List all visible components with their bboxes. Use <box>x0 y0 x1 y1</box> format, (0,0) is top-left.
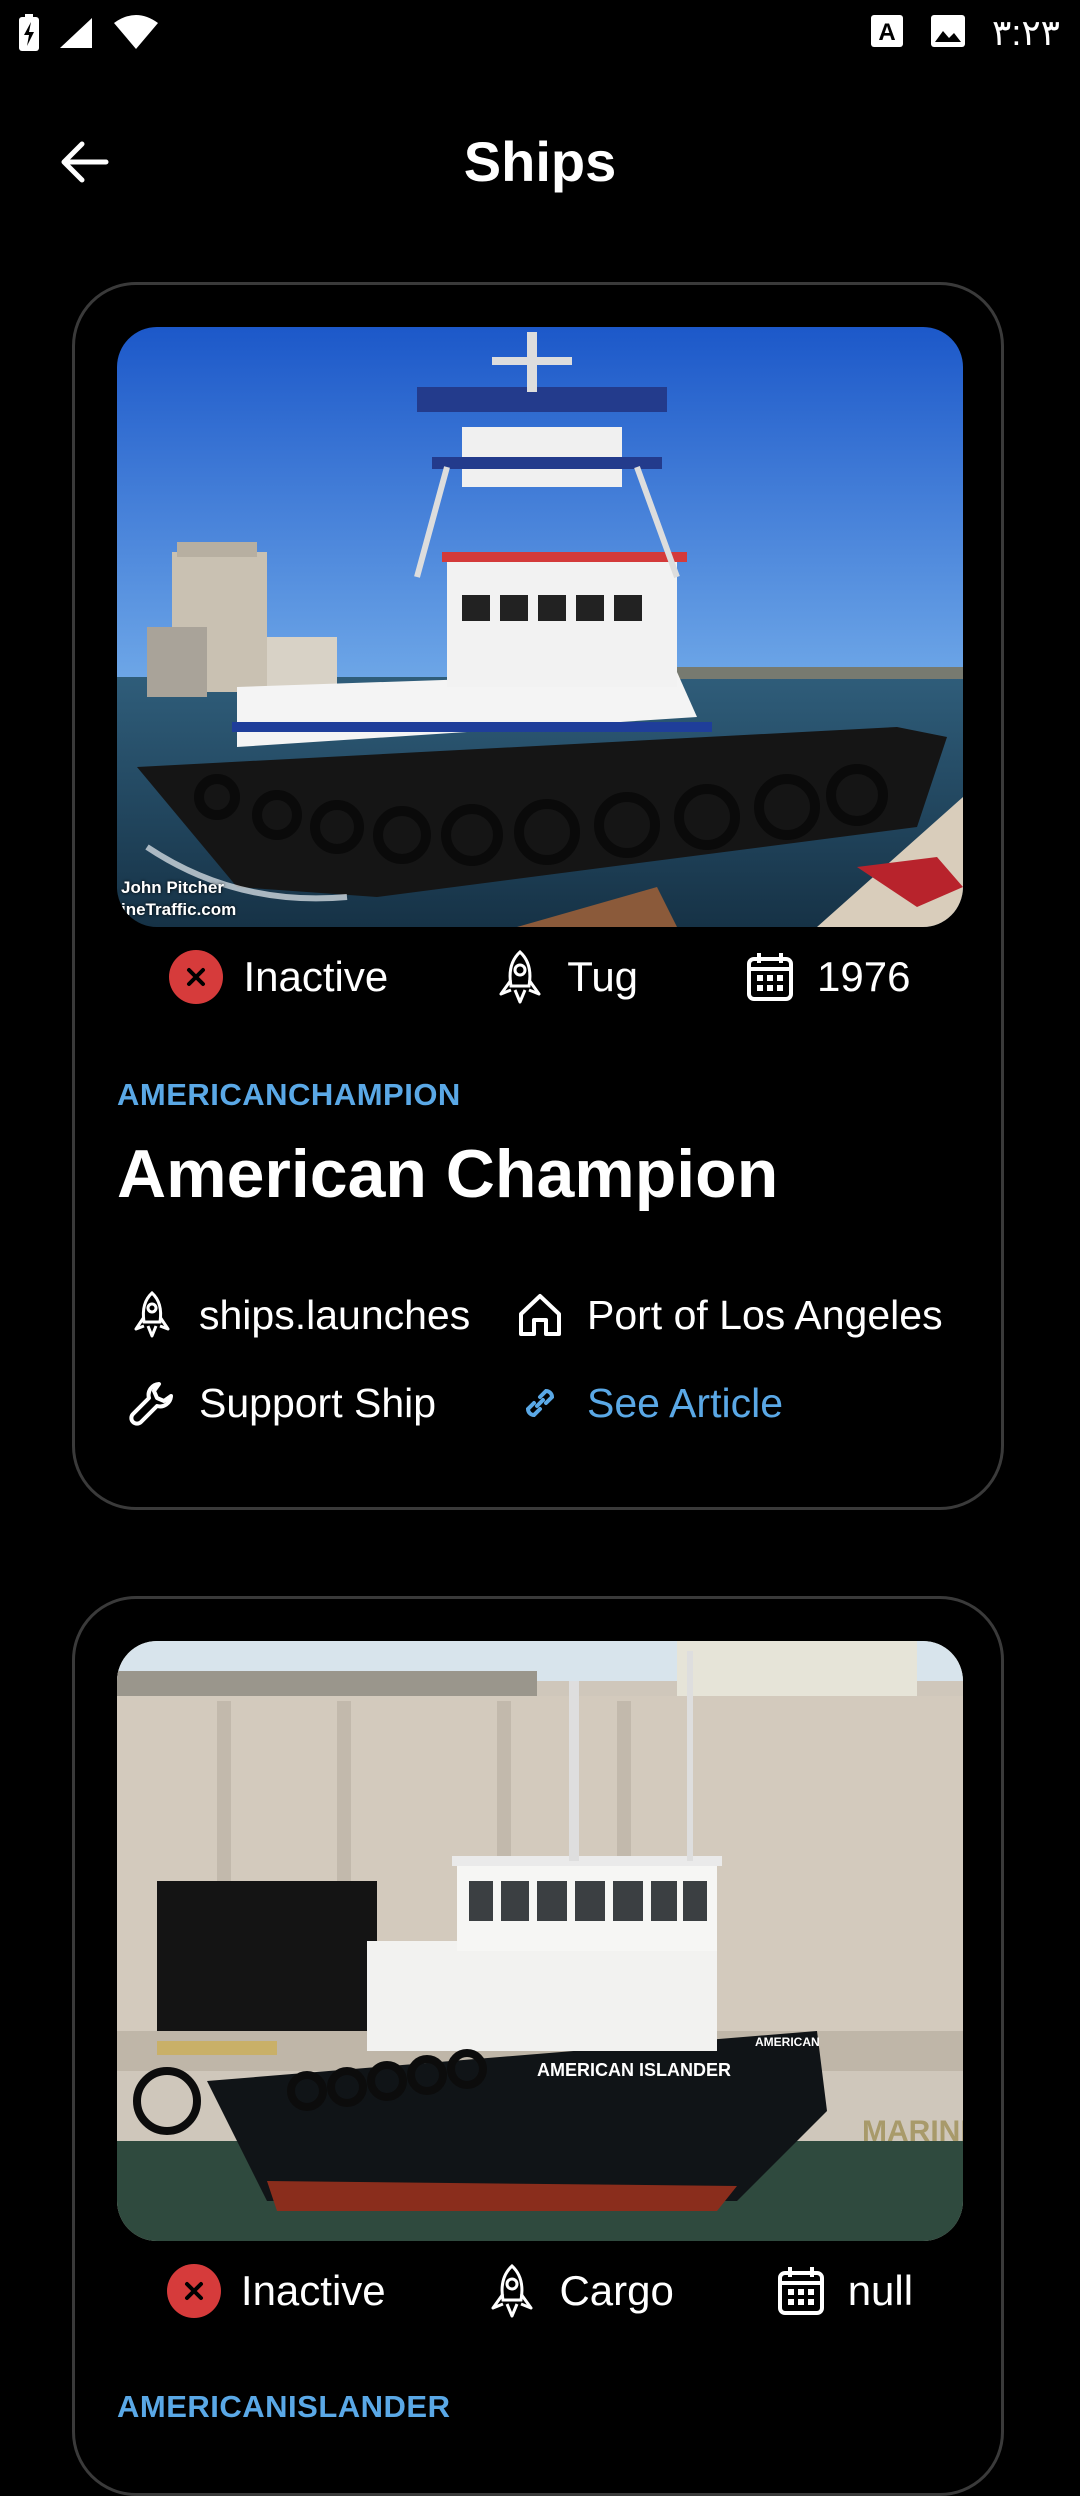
stats-row: Inactive Cargo null <box>117 2259 963 2323</box>
home-port-info: Port of Los Angeles <box>515 1290 943 1340</box>
ship-image: AMERICAN ISLANDER AMERICAN MARINE <box>117 1641 963 2241</box>
stats-row: Inactive Tug 1976 <box>117 945 963 1009</box>
rocket-icon <box>127 1290 177 1340</box>
wifi-icon <box>112 15 160 56</box>
ship-id: AMERICANISLANDER <box>117 2389 451 2424</box>
dock-sign-text: MARINE <box>862 2115 963 2148</box>
launches-info: ships.launches <box>127 1290 470 1340</box>
ship-id: AMERICANCHAMPION <box>117 1077 461 1112</box>
status-bar: A ٣:٢٣ <box>0 0 1080 70</box>
wrench-icon <box>127 1378 177 1428</box>
link-icon <box>515 1378 565 1428</box>
calendar-icon <box>743 950 797 1004</box>
page-title: Ships <box>463 130 617 193</box>
image-caption: John Pitcher ineTraffic.com <box>121 878 237 919</box>
role-info: Support Ship <box>127 1378 436 1428</box>
ship-card[interactable]: AMERICAN ISLANDER AMERICAN MARINE Inacti… <box>72 1596 1004 2496</box>
status-label: Inactive <box>243 953 389 1000</box>
year-stat: 1976 <box>743 950 910 1004</box>
status-stat: Inactive <box>166 2264 386 2318</box>
rocket-icon <box>485 2263 539 2318</box>
app-bar: Ships <box>0 100 1080 220</box>
image-icon <box>930 14 966 53</box>
year-label: 1976 <box>817 953 911 1000</box>
cellular-signal-icon <box>58 16 94 55</box>
see-article-link[interactable]: See Article <box>515 1378 783 1428</box>
home-icon <box>515 1290 565 1340</box>
inactive-x-icon <box>166 2264 221 2318</box>
status-stat: Inactive <box>169 950 388 1004</box>
year-stat: null <box>774 2264 913 2318</box>
calendar-icon <box>774 2264 828 2318</box>
type-stat: Tug <box>493 949 639 1004</box>
type-label: Tug <box>567 953 639 1000</box>
rocket-icon <box>493 949 547 1004</box>
hull-name-stern-text: AMERICAN <box>755 2035 820 2049</box>
ship-image: John Pitcher ineTraffic.com <box>117 327 963 927</box>
battery-charging-icon <box>18 14 40 57</box>
status-time: ٣:٢٣ <box>991 12 1060 53</box>
ship-card[interactable]: John Pitcher ineTraffic.com Inactive Tug… <box>72 282 1004 1510</box>
ship-name: American Champion <box>117 1136 779 1212</box>
svg-text:A: A <box>878 19 895 46</box>
keyboard-a-icon: A <box>870 14 904 53</box>
status-label: Inactive <box>240 2267 386 2314</box>
hull-name-text: AMERICAN ISLANDER <box>537 2060 731 2080</box>
inactive-x-icon <box>169 950 224 1004</box>
type-label: Cargo <box>559 2267 674 2314</box>
type-stat: Cargo <box>485 2263 674 2318</box>
year-label: null <box>847 2267 914 2314</box>
